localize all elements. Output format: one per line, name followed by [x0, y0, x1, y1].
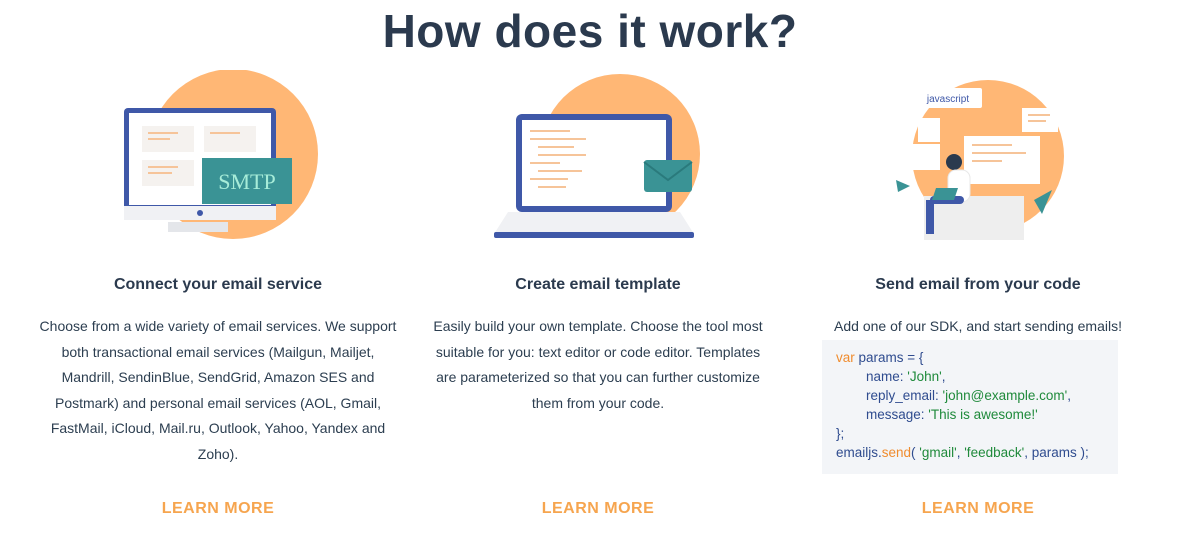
laptop-envelope-illustration — [408, 70, 788, 250]
step-heading: Connect your email service — [113, 276, 323, 293]
page-title: How does it work? — [382, 5, 798, 57]
step-description: Add one of our SDK, and start sending em… — [834, 318, 1122, 334]
learn-more-link[interactable]: LEARN MORE — [28, 500, 408, 518]
code-snippet: var params = { name: 'John', reply_email… — [822, 340, 1118, 474]
step-create-template: Create email template Easily build your … — [408, 70, 788, 517]
step-heading: Create email template — [515, 276, 681, 293]
step-description: Choose from a wide variety of email serv… — [39, 318, 397, 462]
step-send-email: javascript Send email from your code Add… — [788, 70, 1168, 517]
learn-more-link[interactable]: LEARN MORE — [408, 500, 788, 518]
code-keyword: var — [836, 350, 855, 365]
step-connect-service: SMTP Connect your email service Choose f… — [28, 70, 408, 517]
developer-laptop-illustration: javascript — [788, 70, 1168, 250]
step-description: Easily build your own template. Choose t… — [433, 318, 763, 411]
learn-more-link[interactable]: LEARN MORE — [788, 500, 1168, 518]
step-heading: Send email from your code — [875, 276, 1081, 293]
javascript-label: javascript — [926, 94, 969, 105]
monitor-smtp-illustration: SMTP — [28, 70, 408, 250]
smtp-label: SMTP — [218, 169, 275, 194]
